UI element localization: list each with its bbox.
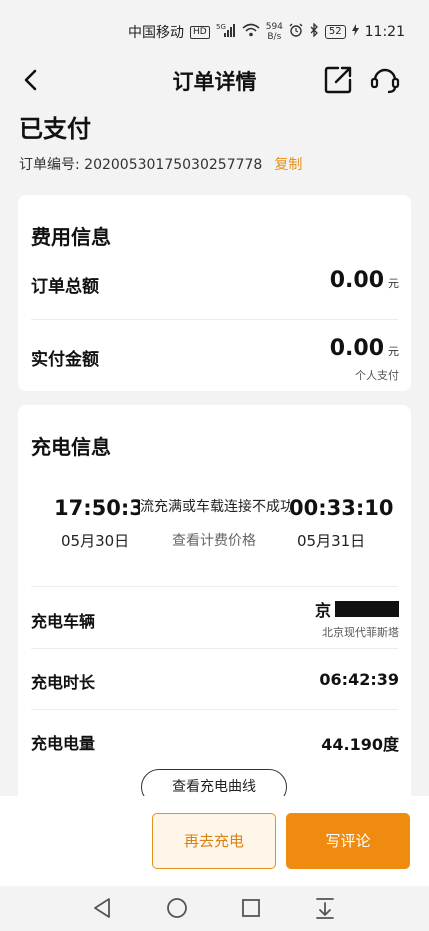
- write-review-button[interactable]: 写评论: [286, 813, 410, 869]
- page-title: 订单详情: [172, 70, 257, 94]
- duration-value: 06:42:39: [319, 670, 399, 689]
- order-total-amount: 0.00 元: [330, 268, 399, 293]
- end-date: 05月31日: [297, 532, 366, 550]
- energy-value: 44.190度: [321, 735, 399, 754]
- vehicle-model: 北京现代菲斯塔: [322, 626, 399, 639]
- speed-unit: B/s: [267, 32, 282, 42]
- network-speed: 594 B/s: [266, 22, 283, 42]
- nav-bar: 订单详情: [0, 62, 429, 100]
- plate-redaction: [335, 601, 399, 617]
- fee-info-card: 费用信息 订单总额 0.00 元 实付金额 0.00 元 个人支付: [18, 195, 411, 391]
- wifi-icon: [242, 23, 260, 41]
- signal-icon: 5G: [216, 23, 236, 41]
- divider: [31, 586, 398, 587]
- paid-amount: 0.00 元: [330, 336, 399, 361]
- plate-prefix: 京: [314, 601, 331, 620]
- vehicle-label: 充电车辆: [31, 612, 96, 631]
- status-bar: 中国移动 HD 5G 594 B/s 52 11:21: [0, 0, 429, 62]
- paid-amount-label: 实付金额: [31, 350, 99, 370]
- paid-amount-value: 0.00: [329, 336, 384, 361]
- order-total-value: 0.00: [329, 268, 384, 293]
- divider: [31, 648, 398, 649]
- charging-card-title: 充电信息: [31, 435, 111, 459]
- system-nav-bar: [0, 886, 429, 931]
- carrier-name: 中国移动: [128, 25, 185, 41]
- end-time: 00:33:10: [289, 496, 394, 520]
- divider: [31, 709, 398, 710]
- order-number-label: 订单编号:: [19, 157, 80, 173]
- divider: [31, 319, 398, 320]
- start-date: 05月30日: [61, 532, 130, 550]
- fee-card-title: 费用信息: [31, 225, 111, 249]
- battery-icon: 52: [324, 25, 346, 39]
- view-price-link[interactable]: 查看计费价格: [172, 530, 256, 550]
- charging-icon: [351, 24, 359, 40]
- clock-time: 11:21: [364, 24, 405, 40]
- customer-service-icon[interactable]: [368, 64, 402, 96]
- order-total-unit: 元: [388, 277, 399, 290]
- vehicle-info: 京 北京现代菲斯塔: [315, 597, 399, 640]
- plate-number: 京: [315, 597, 399, 621]
- order-number: 订单编号: 20200530175030257778: [19, 154, 262, 174]
- charge-again-button[interactable]: 再去充电: [152, 813, 276, 869]
- stop-reason: 流充满或车载连接不成功: [140, 496, 290, 516]
- network-type: 5G: [216, 23, 226, 31]
- alarm-icon: [289, 23, 303, 41]
- energy-label: 充电电量: [31, 734, 96, 753]
- nav-back-icon[interactable]: [90, 895, 116, 921]
- order-number-row: 订单编号: 20200530175030257778 复制: [19, 154, 302, 174]
- paid-amount-unit: 元: [388, 345, 399, 358]
- duration-label: 充电时长: [31, 673, 96, 692]
- status-icons: 中国移动 HD 5G 594 B/s 52 11:21: [128, 22, 405, 42]
- charging-info-card: 充电信息 17:50:31 05月30日 流充满或车载连接不成功 查看计费价格 …: [18, 405, 411, 805]
- payment-method: 个人支付: [355, 369, 399, 382]
- nav-home-icon[interactable]: [164, 895, 190, 921]
- order-status: 已支付: [19, 115, 91, 143]
- nav-recents-icon[interactable]: [238, 895, 264, 921]
- order-total-label: 订单总额: [31, 277, 99, 297]
- copy-button[interactable]: 复制: [274, 154, 302, 174]
- bluetooth-icon: [309, 22, 319, 41]
- bottom-action-bar: 再去充电 写评论: [0, 796, 429, 886]
- share-icon[interactable]: [322, 64, 354, 96]
- hd-badge: HD: [190, 25, 210, 39]
- nav-notification-icon[interactable]: [312, 895, 338, 921]
- speed-value: 594: [265, 22, 283, 32]
- order-number-value: 20200530175030257778: [84, 157, 263, 173]
